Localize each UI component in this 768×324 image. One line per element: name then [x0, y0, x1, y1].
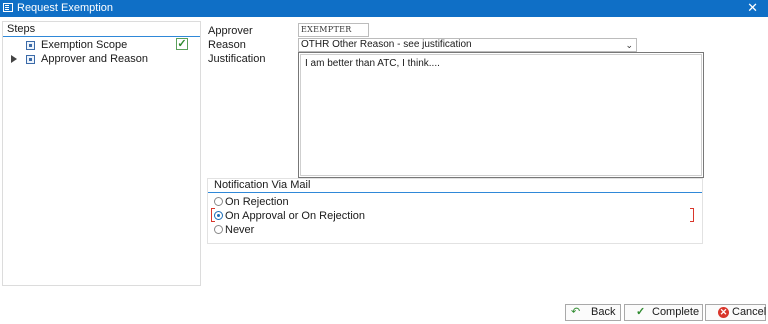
window-icon: [3, 3, 13, 12]
step-icon: [26, 41, 35, 50]
approver-label: Approver: [208, 25, 253, 37]
complete-button[interactable]: ✓ Complete: [624, 304, 703, 321]
back-button[interactable]: ↶ Back: [565, 304, 621, 321]
radio-label: On Approval or On Rejection: [225, 210, 366, 222]
radio-button-selected[interactable]: [214, 211, 223, 220]
back-arrow-icon: ↶: [571, 306, 581, 318]
justification-text[interactable]: I am better than ATC, I think....: [300, 54, 702, 176]
notification-panel: Notification Via Mail On Rejection On Ap…: [207, 178, 703, 244]
current-step-arrow-icon: [11, 55, 17, 63]
radio-label: On Rejection: [225, 196, 289, 208]
step-label: Exemption Scope: [41, 39, 128, 51]
reason-dropdown[interactable]: OTHR Other Reason - see justification ⌄: [298, 38, 637, 52]
checkmark-icon: ✓: [176, 38, 188, 50]
reason-selected-value: OTHR Other Reason - see justification: [301, 39, 472, 50]
approver-field[interactable]: EXEMPTER: [298, 23, 369, 37]
window-titlebar: Request Exemption ✕: [0, 0, 768, 17]
steps-header: Steps: [3, 22, 200, 37]
radio-label: Never: [225, 224, 255, 236]
steps-panel: Steps Exemption Scope ✓ Approver and Rea…: [2, 21, 201, 286]
radio-button[interactable]: [214, 197, 223, 206]
justification-textarea[interactable]: I am better than ATC, I think....: [298, 52, 704, 178]
justification-label: Justification: [208, 53, 266, 65]
focus-indicator-right: [690, 208, 694, 222]
reason-label: Reason: [208, 39, 246, 51]
notification-header: Notification Via Mail: [208, 179, 702, 193]
cancel-button[interactable]: ✕ Cancel: [705, 304, 766, 321]
window-title: Request Exemption: [17, 2, 113, 14]
step-exemption-scope[interactable]: Exemption Scope ✓: [3, 38, 200, 52]
radio-button[interactable]: [214, 225, 223, 234]
step-label: Approver and Reason: [41, 53, 149, 65]
checkmark-icon: ✓: [636, 306, 646, 318]
focus-indicator-left: [211, 208, 215, 222]
step-icon: [26, 55, 35, 64]
close-icon[interactable]: ✕: [747, 1, 758, 15]
chevron-down-icon[interactable]: ⌄: [625, 39, 633, 51]
cancel-icon: ✕: [718, 307, 729, 318]
step-approver-and-reason[interactable]: Approver and Reason: [3, 53, 200, 66]
